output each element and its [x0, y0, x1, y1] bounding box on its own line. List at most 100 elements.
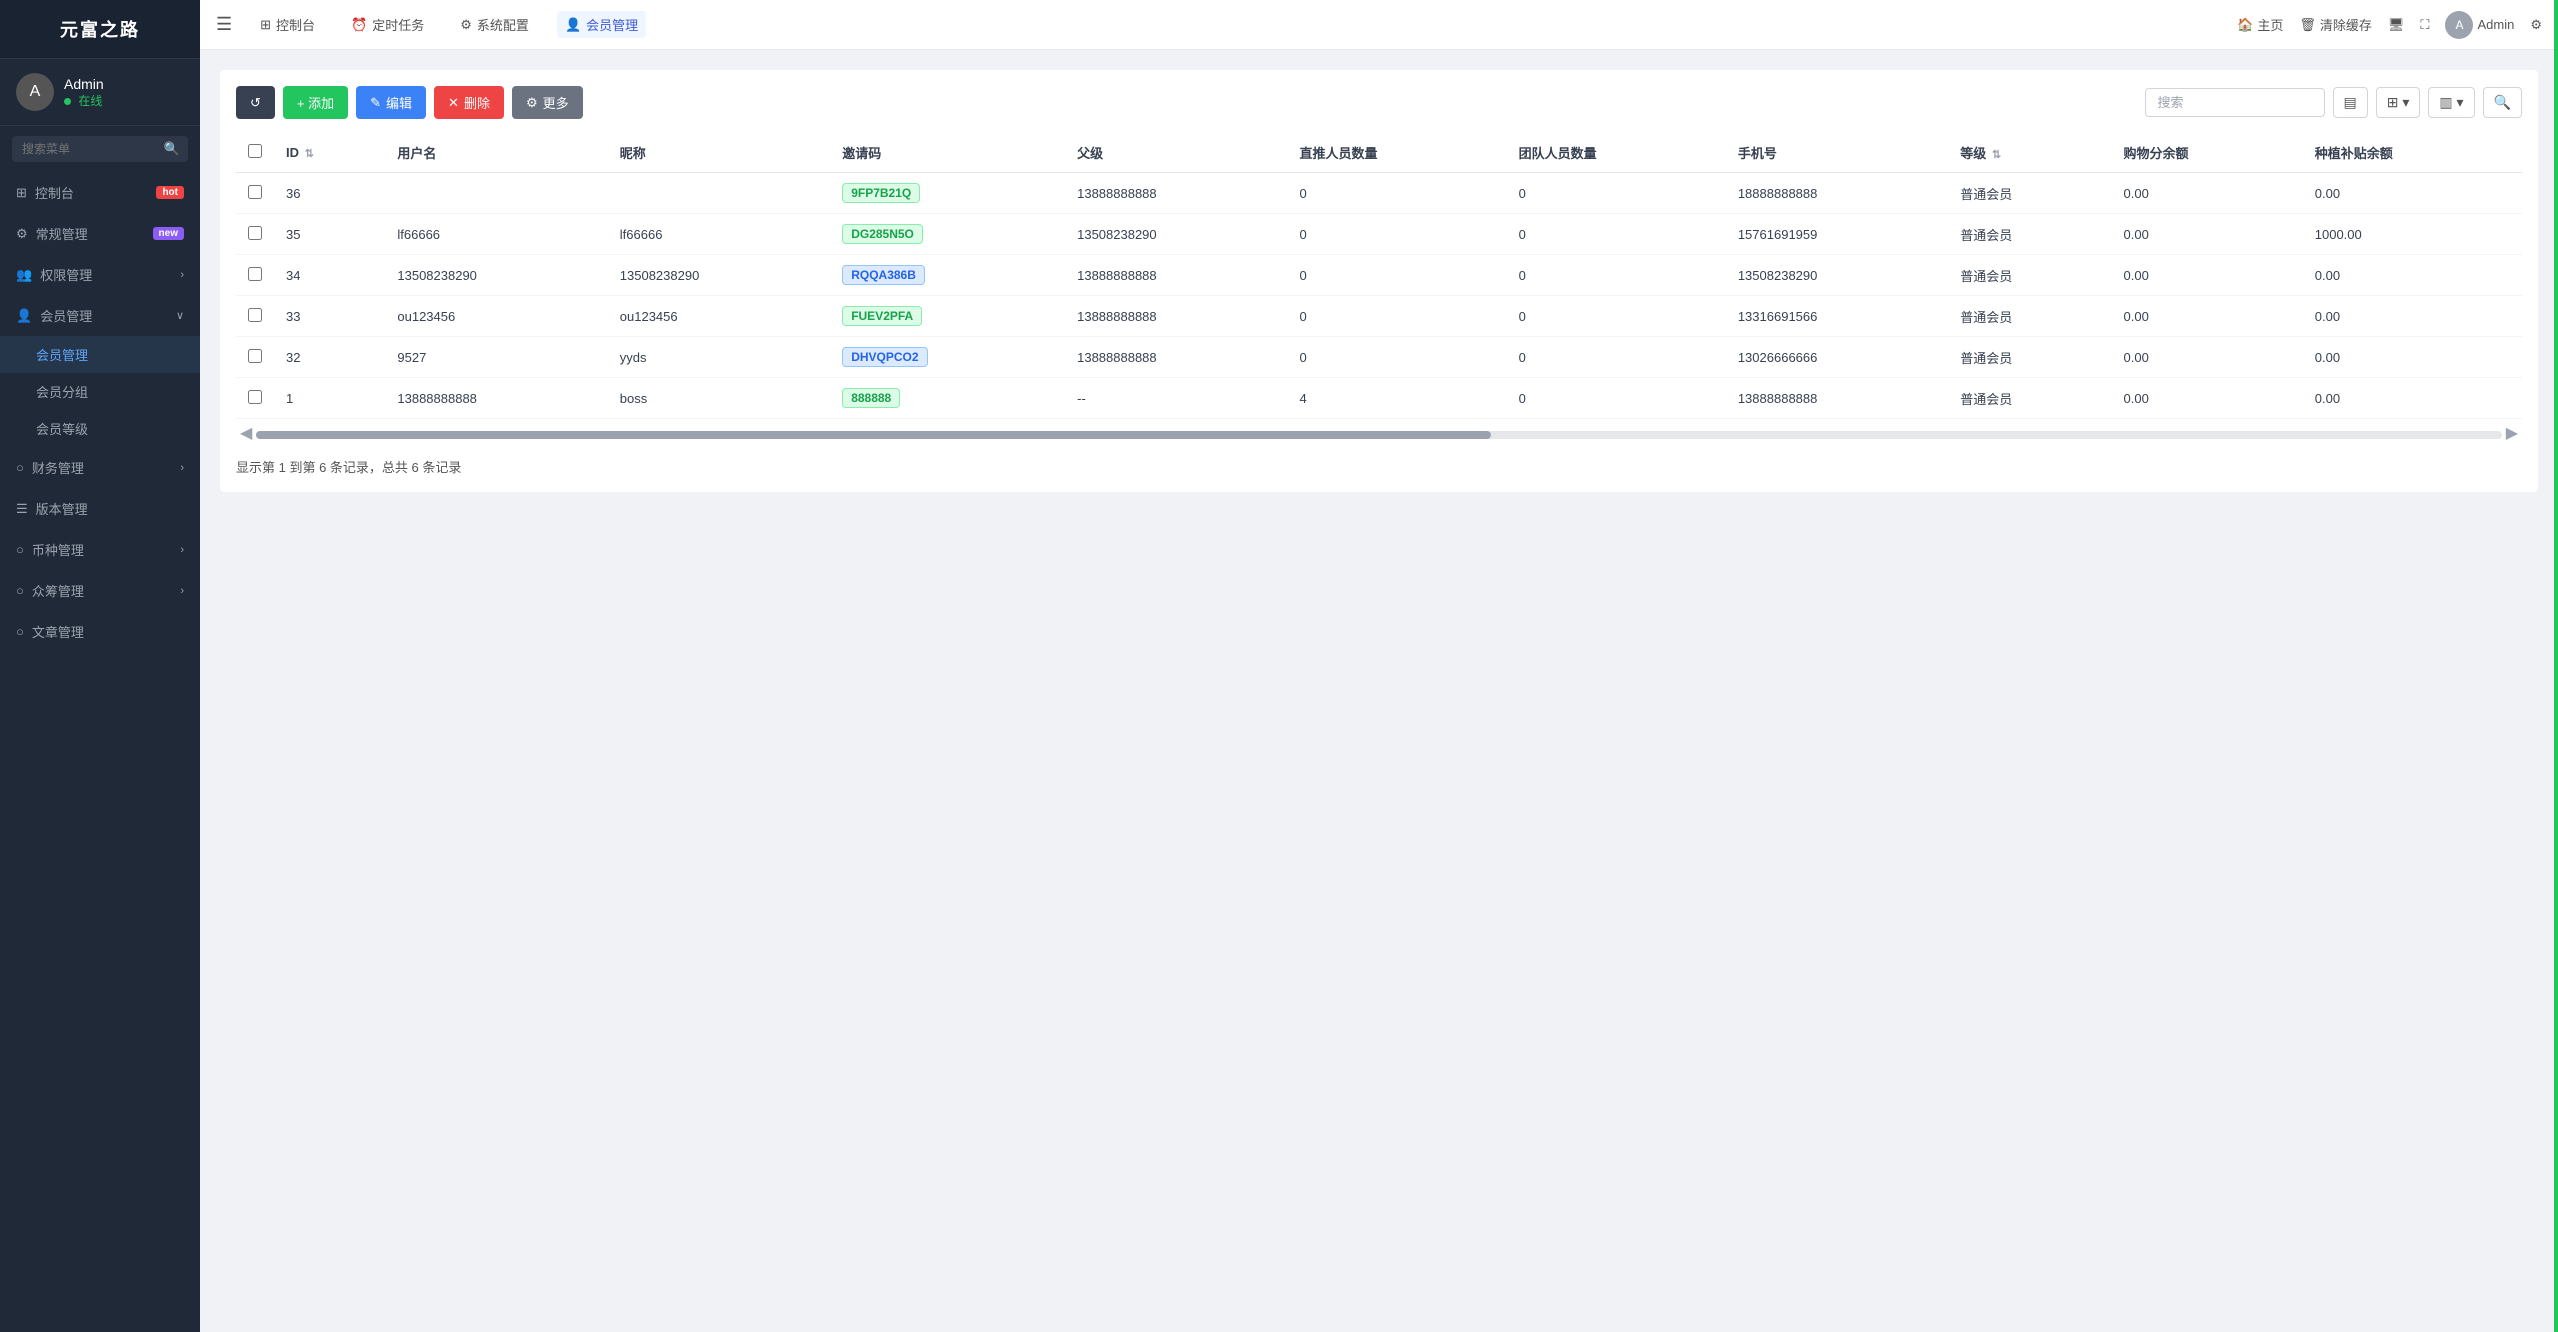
select-all-checkbox[interactable] — [248, 144, 262, 158]
search-icon: 🔍 — [164, 141, 180, 157]
person-icon: 👤 — [16, 308, 32, 324]
topnav-members[interactable]: 👤 会员管理 — [557, 11, 646, 38]
row-checkbox[interactable] — [248, 267, 262, 281]
cell-nickname: 13508238290 — [608, 255, 830, 296]
new-badge: new — [153, 227, 184, 240]
row-checkbox-cell — [236, 296, 274, 337]
cell-phone: 15761691959 — [1726, 214, 1948, 255]
cell-id: 32 — [274, 337, 385, 378]
cell-username: ou123456 — [385, 296, 607, 337]
cell-parent: 13888888888 — [1065, 255, 1287, 296]
topnav-icon1[interactable]: 🖥 — [2388, 17, 2405, 33]
cell-nickname: ou123456 — [608, 296, 830, 337]
grid-icon: ⊞ — [260, 17, 271, 33]
col-level: 等级 ⇅ — [1948, 133, 2111, 173]
sidebar-item-label: 币种管理 — [32, 540, 84, 559]
row-checkbox[interactable] — [248, 308, 262, 322]
cell-direct-count: 0 — [1288, 296, 1507, 337]
cell-shopping-balance: 0.00 — [2112, 378, 2303, 419]
cell-username: 13508238290 — [385, 255, 607, 296]
refresh-button[interactable]: ↺ — [236, 86, 275, 119]
cell-invite-code: RQQA386B — [830, 255, 1065, 296]
sidebar-subitem-member-manage[interactable]: 会员管理 — [0, 336, 200, 373]
topnav-schedule[interactable]: ⏰ 定时任务 — [343, 11, 432, 38]
sidebar-item-currency[interactable]: ○ 币种管理 › — [0, 529, 200, 570]
cell-level: 普通会员 — [1948, 173, 2111, 214]
table-search-input[interactable] — [2145, 88, 2325, 117]
cell-shopping-balance: 0.00 — [2112, 173, 2303, 214]
settings-icon: ⚙ — [16, 226, 28, 242]
topnav-admin[interactable]: A Admin — [2445, 11, 2514, 39]
cell-phone: 13026666666 — [1726, 337, 1948, 378]
sidebar-item-article[interactable]: ○ 文章管理 — [0, 611, 200, 652]
topnav-clear-cache[interactable]: 🗑 清除缓存 — [2299, 15, 2372, 34]
user-status: 在线 — [64, 92, 104, 109]
cell-plant-balance: 0.00 — [2303, 378, 2522, 419]
cell-invite-code: 888888 — [830, 378, 1065, 419]
cell-team-count: 0 — [1507, 214, 1726, 255]
sidebar-item-members[interactable]: 👤 会员管理 ∨ — [0, 295, 200, 336]
topnav-home-label: 主页 — [2257, 15, 2283, 34]
sidebar-nav: ⊞ 控制台 hot ⚙ 常规管理 new 👥 权限管理 › 👤 会员管理 ∨ — [0, 172, 200, 1332]
edit-icon: ✎ — [370, 95, 381, 111]
grid-icon: ⊞ ▾ — [2387, 94, 2410, 110]
username-label: Admin — [64, 76, 104, 92]
search-menu-input[interactable] — [12, 136, 188, 162]
topnav-home[interactable]: 🏠 主页 — [2237, 15, 2283, 34]
edit-button[interactable]: ✎ 编辑 — [356, 86, 426, 119]
sidebar-item-finance[interactable]: ○ 财务管理 › — [0, 447, 200, 488]
row-checkbox-cell — [236, 378, 274, 419]
cell-direct-count: 0 — [1288, 214, 1507, 255]
cell-shopping-balance: 0.00 — [2112, 214, 2303, 255]
topnav-settings[interactable]: ⚙ — [2530, 17, 2542, 33]
cell-phone: 13508238290 — [1726, 255, 1948, 296]
topnav-dashboard[interactable]: ⊞ 控制台 — [252, 11, 323, 38]
add-button[interactable]: + 添加 — [283, 86, 348, 119]
row-checkbox[interactable] — [248, 226, 262, 240]
invite-code-tag: RQQA386B — [842, 265, 925, 285]
sidebar-item-label: 权限管理 — [40, 265, 92, 284]
sidebar-item-permissions[interactable]: 👥 权限管理 › — [0, 254, 200, 295]
col-plant-balance: 种植补贴余额 — [2303, 133, 2522, 173]
horizontal-scrollbar[interactable] — [256, 431, 2501, 439]
topnav-fullscreen[interactable]: ⛶ — [2420, 17, 2429, 33]
more-button[interactable]: ⚙ 更多 — [512, 86, 583, 119]
delete-button[interactable]: ✕ 删除 — [434, 86, 504, 119]
cell-level: 普通会员 — [1948, 378, 2111, 419]
sidebar-item-dashboard[interactable]: ⊞ 控制台 hot — [0, 172, 200, 213]
hamburger-icon[interactable]: ☰ — [216, 14, 232, 35]
columns-icon: ▤ — [2344, 94, 2357, 110]
row-checkbox[interactable] — [248, 390, 262, 404]
hot-badge: hot — [156, 186, 184, 199]
scrollbar-thumb — [256, 431, 1491, 439]
chevron-right-icon: › — [180, 462, 184, 474]
cell-shopping-balance: 0.00 — [2112, 337, 2303, 378]
accent-bar — [2554, 0, 2558, 1332]
sidebar-subitem-member-level[interactable]: 会员等级 — [0, 410, 200, 447]
table-row: 35 lf66666 lf66666 DG285N5O 13508238290 … — [236, 214, 2522, 255]
filter-button[interactable]: ▥ ▾ — [2428, 87, 2474, 118]
table-row: 34 13508238290 13508238290 RQQA386B 1388… — [236, 255, 2522, 296]
layout-button[interactable]: ⊞ ▾ — [2376, 87, 2421, 118]
sidebar-item-crowdfund[interactable]: ○ 众筹管理 › — [0, 570, 200, 611]
table-wrap: ID ⇅ 用户名 昵称 邀请码 父级 直推人员数量 团队人员数量 手机号 等级 … — [236, 133, 2522, 443]
members-table: ID ⇅ 用户名 昵称 邀请码 父级 直推人员数量 团队人员数量 手机号 等级 … — [236, 133, 2522, 419]
row-checkbox[interactable] — [248, 349, 262, 363]
sidebar-item-general[interactable]: ⚙ 常规管理 new — [0, 213, 200, 254]
sidebar-item-version[interactable]: ☰ 版本管理 — [0, 488, 200, 529]
content-area: ↺ + 添加 ✎ 编辑 ✕ 删除 ⚙ 更多 — [200, 50, 2558, 1332]
search-button[interactable]: 🔍 — [2483, 87, 2522, 118]
cell-parent: 13888888888 — [1065, 173, 1287, 214]
cell-invite-code: DHVQPCO2 — [830, 337, 1065, 378]
topnav-sysconfig[interactable]: ⚙ 系统配置 — [452, 11, 537, 38]
scroll-left-icon[interactable]: ◀ — [236, 423, 256, 443]
sidebar-item-label: 常规管理 — [36, 224, 88, 243]
table-row: 1 13888888888 boss 888888 -- 4 0 1388888… — [236, 378, 2522, 419]
cell-direct-count: 0 — [1288, 255, 1507, 296]
sidebar-item-label: 控制台 — [35, 183, 74, 202]
scroll-right-icon[interactable]: ▶ — [2502, 423, 2522, 443]
column-toggle-button[interactable]: ▤ — [2333, 87, 2368, 118]
sidebar-subitem-member-group[interactable]: 会员分组 — [0, 373, 200, 410]
row-checkbox[interactable] — [248, 185, 262, 199]
delete-icon: ✕ — [448, 95, 459, 111]
